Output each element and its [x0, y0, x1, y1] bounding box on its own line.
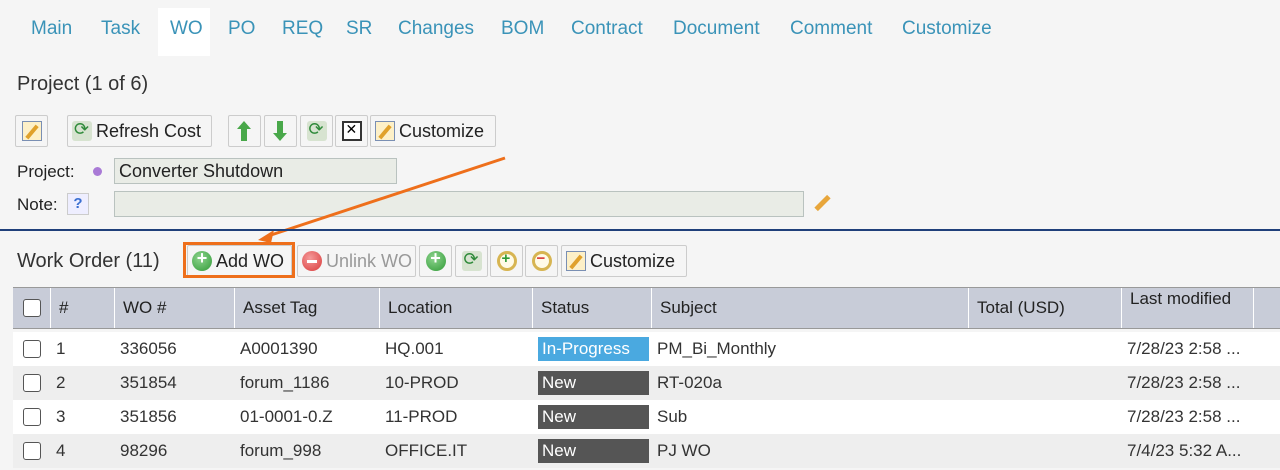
row-checkbox[interactable]: [23, 340, 41, 358]
table-header: # WO # Asset Tag Location Status Subject…: [13, 287, 1280, 329]
row-last-modified: 7/28/23 2:58 ...: [1127, 407, 1241, 426]
wo-refresh-button[interactable]: [455, 245, 488, 277]
row-wo-number[interactable]: 336056: [120, 332, 177, 366]
row-checkbox[interactable]: [23, 374, 41, 392]
refresh-icon: [461, 249, 482, 271]
select-all-checkbox[interactable]: [23, 299, 41, 317]
status-badge: In-Progress: [538, 337, 649, 361]
status-badge: New: [538, 371, 649, 395]
zoom-in-icon: [496, 250, 517, 271]
col-asset-tag[interactable]: Asset Tag: [235, 288, 380, 328]
customize-icon: [566, 251, 586, 271]
table-row[interactable]: 4 98296 forum_998 OFFICE.IT New PJ WO 7/…: [13, 434, 1280, 468]
row-asset-tag: 01-0001-0.Z: [240, 407, 333, 426]
col-location[interactable]: Location: [380, 288, 533, 328]
row-checkbox[interactable]: [23, 408, 41, 426]
row-asset-tag: forum_1186: [240, 373, 330, 392]
status-badge: New: [538, 439, 649, 463]
row-wo-number[interactable]: 351856: [120, 400, 177, 434]
table-row[interactable]: 1 336056 A0001390 HQ.001 In-Progress PM_…: [13, 332, 1280, 366]
table-row[interactable]: 3 351856 01-0001-0.Z 11-PROD New Sub 7/2…: [13, 400, 1280, 434]
row-location: HQ.001: [385, 339, 444, 358]
row-subject: Sub: [657, 407, 688, 426]
row-location: OFFICE.IT: [385, 441, 468, 460]
row-subject: PJ WO: [657, 441, 711, 460]
col-wo[interactable]: WO #: [115, 288, 235, 328]
row-location: 10-PROD: [385, 373, 459, 392]
zoom-in-button[interactable]: [490, 245, 523, 277]
work-order-title: Work Order (11): [17, 250, 160, 272]
row-num: 1: [56, 339, 66, 358]
add-wo-highlight: [183, 242, 295, 278]
row-subject: PM_Bi_Monthly: [657, 339, 777, 358]
row-location: 11-PROD: [385, 407, 458, 426]
col-last-modified[interactable]: Last modified: [1122, 288, 1254, 328]
annotation-arrow-line: [267, 156, 506, 238]
col-num[interactable]: #: [51, 288, 115, 328]
row-asset-tag: A0001390: [240, 339, 318, 358]
unlink-wo-label: Unlink WO: [326, 250, 413, 271]
row-num: 3: [56, 407, 66, 426]
add-new-button[interactable]: [419, 245, 452, 277]
row-last-modified: 7/28/23 2:58 ...: [1127, 373, 1241, 392]
zoom-out-icon: [531, 250, 552, 271]
unlink-wo-button[interactable]: Unlink WO: [297, 245, 416, 277]
wo-customize-label: Customize: [590, 250, 676, 271]
select-all-cell: [13, 288, 51, 328]
row-last-modified: 7/4/23 5:32 A...: [1127, 441, 1242, 460]
row-wo-number[interactable]: 98296: [120, 434, 167, 468]
row-num: 2: [56, 373, 66, 392]
wo-customize-button[interactable]: Customize: [561, 245, 687, 277]
row-num: 4: [56, 441, 66, 460]
zoom-out-button[interactable]: [525, 245, 558, 277]
row-checkbox[interactable]: [23, 442, 41, 460]
row-wo-number[interactable]: 351854: [120, 366, 177, 400]
table-row[interactable]: 2 351854 forum_1186 10-PROD New RT-020a …: [13, 366, 1280, 400]
status-badge: New: [538, 405, 649, 429]
row-last-modified: 7/28/23 2:58 ...: [1127, 339, 1241, 358]
minus-circle-icon: [302, 251, 322, 271]
col-status[interactable]: Status: [533, 288, 652, 328]
col-subject[interactable]: Subject: [652, 288, 969, 328]
row-subject: RT-020a: [657, 373, 722, 392]
section-divider: [0, 229, 1280, 231]
plus-circle-icon: [425, 248, 446, 271]
row-asset-tag: forum_998: [240, 441, 322, 460]
col-total[interactable]: Total (USD): [969, 288, 1122, 328]
